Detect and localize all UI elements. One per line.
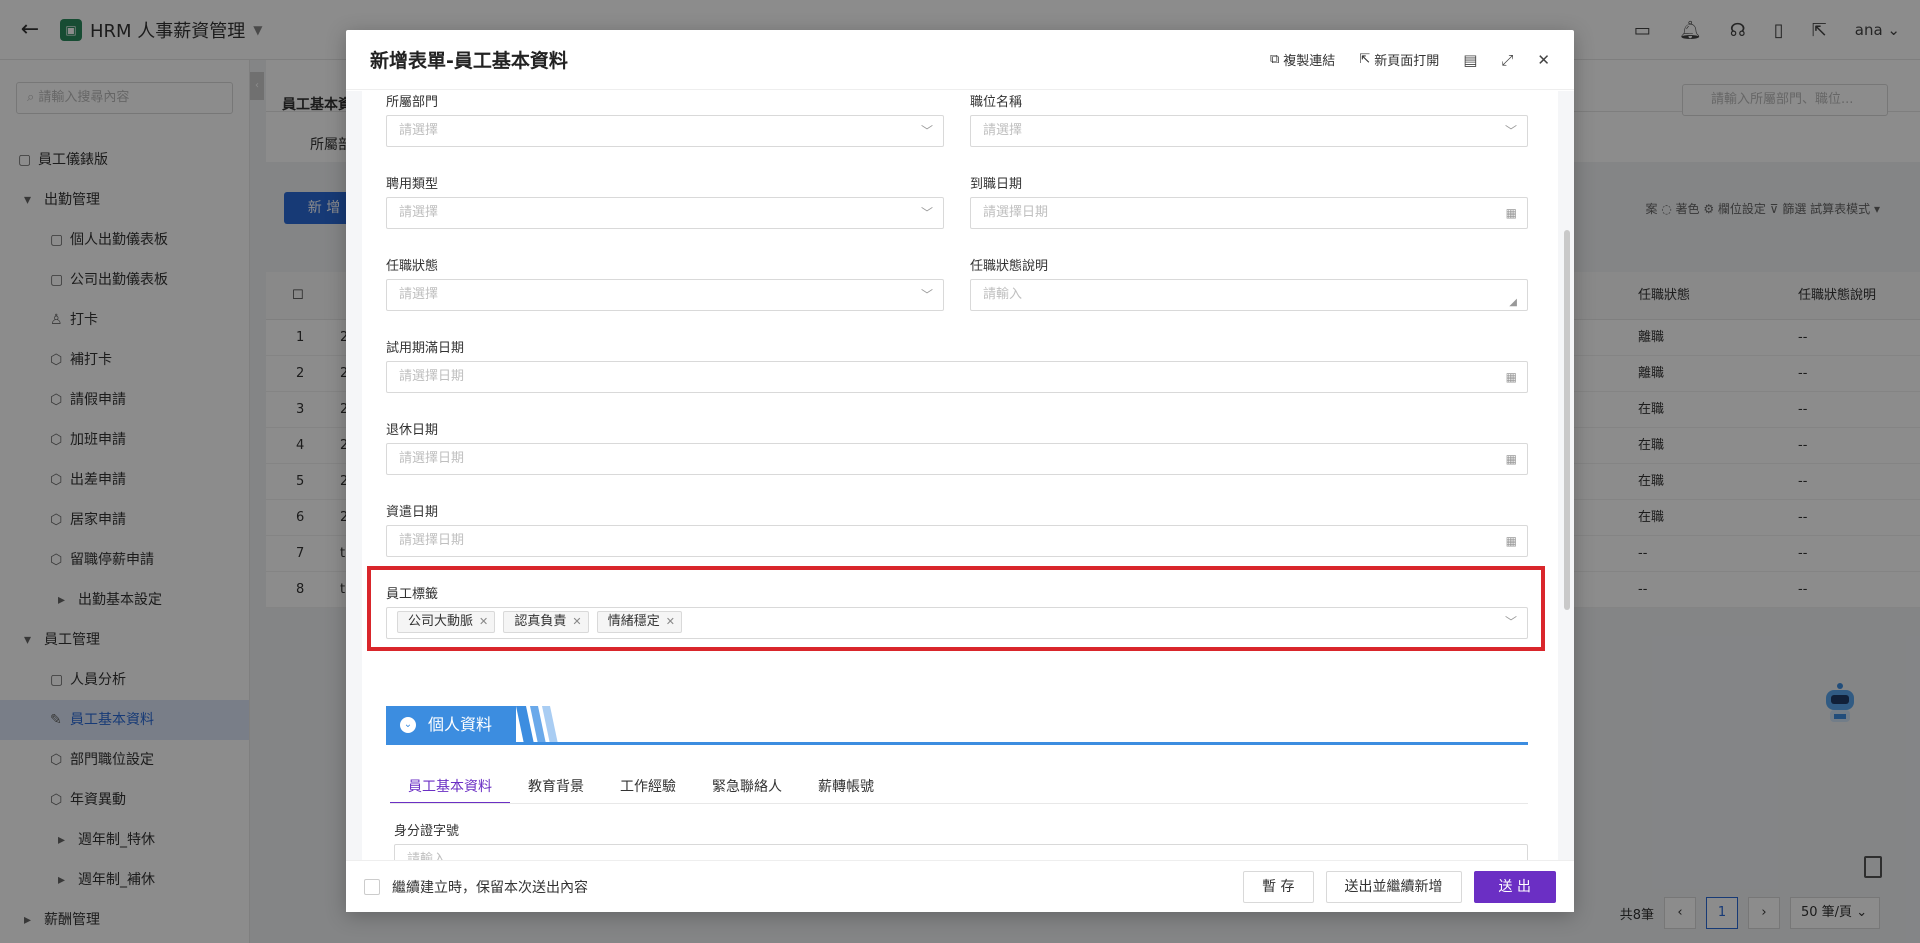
hire-type-field: 聘用類型 請選擇 ﹀ (386, 173, 944, 229)
save-draft-button[interactable]: 暫 存 (1243, 870, 1314, 903)
calendar-icon: ▦ (1505, 534, 1517, 548)
personal-info-tabs: 員工基本資料 教育背景 工作經驗 緊急聯絡人 薪轉帳號 (390, 768, 892, 804)
side-panel-icon[interactable]: ▤ (1463, 51, 1477, 69)
dept-field: 所屬部門 請選擇 ﹀ (386, 91, 944, 147)
retire-date-picker[interactable]: 請選擇日期 ▦ (386, 443, 1528, 475)
close-icon[interactable]: ✕ (1537, 51, 1550, 69)
tab-emergency-contact[interactable]: 緊急聯絡人 (694, 768, 800, 804)
layoff-date-field: 資遣日期 請選擇日期 ▦ (386, 501, 1528, 557)
position-field: 職位名稱 請選擇 ﹀ (970, 91, 1528, 147)
submit-button[interactable]: 送 出 (1473, 870, 1556, 903)
create-form-modal: 新增表單-員工基本資料 ⧉ 複製連結 ⇱ 新頁面打開 ▤ ⤢ ✕ 所屬部門 請選擇 ﹀… (346, 30, 1574, 912)
probation-end-picker[interactable]: 請選擇日期 ▦ (386, 361, 1528, 393)
position-label: 職位名稱 (970, 95, 1023, 110)
position-select[interactable]: 請選擇 ﹀ (970, 115, 1528, 147)
status-desc-textarea[interactable]: 請輸入 ◢ (970, 279, 1528, 311)
start-date-label: 到職日期 (970, 177, 1023, 192)
hire-type-label: 聘用類型 (386, 177, 439, 192)
start-date-picker[interactable]: 請選擇日期 ▦ (970, 197, 1528, 229)
chevron-down-icon: ﹀ (1504, 124, 1517, 138)
calendar-icon: ▦ (1505, 452, 1517, 466)
modal-header: 新增表單-員工基本資料 ⧉ 複製連結 ⇱ 新頁面打開 ▤ ⤢ ✕ (346, 30, 1574, 90)
keep-content-label: 繼續建立時，保留本次送出內容 (392, 879, 588, 896)
probation-end-label: 試用期滿日期 (386, 341, 465, 356)
probation-end-field: 試用期滿日期 請選擇日期 ▦ (386, 337, 1528, 393)
status-label: 任職狀態 (386, 259, 439, 274)
copy-link-button[interactable]: ⧉ 複製連結 (1270, 50, 1335, 69)
status-select[interactable]: 請選擇 ﹀ (386, 279, 944, 311)
copy-icon: ⧉ (1269, 52, 1280, 67)
section-stripes (516, 706, 558, 744)
tab-work-experience[interactable]: 工作經驗 (602, 768, 694, 804)
retire-date-field: 退休日期 請選擇日期 ▦ (386, 419, 1528, 475)
id-number-label: 身分證字號 (394, 824, 460, 839)
external-link-icon: ⇱ (1359, 52, 1371, 67)
calendar-icon: ▦ (1505, 370, 1517, 384)
fullscreen-icon[interactable]: ⤢ (1501, 51, 1513, 69)
layoff-date-label: 資遣日期 (386, 505, 439, 520)
calendar-icon: ▦ (1505, 206, 1517, 220)
status-desc-field: 任職狀態說明 請輸入 ◢ (970, 255, 1528, 311)
modal-footer: 繼續建立時，保留本次送出內容 暫 存 送出並繼續新增 送 出 (346, 860, 1574, 912)
status-field: 任職狀態 請選擇 ﹀ (386, 255, 944, 311)
status-desc-label: 任職狀態說明 (970, 259, 1049, 274)
submit-continue-button[interactable]: 送出並繼續新增 (1325, 870, 1462, 903)
start-date-field: 到職日期 請選擇日期 ▦ (970, 173, 1528, 229)
section-header[interactable]: ⌄ 個人資料 (386, 706, 1528, 745)
retire-date-label: 退休日期 (386, 423, 439, 438)
modal-title: 新增表單-員工基本資料 (370, 50, 568, 72)
modal-scrollbar[interactable] (1564, 230, 1570, 610)
chevron-down-icon: ﹀ (920, 288, 933, 302)
section-title: 個人資料 (428, 715, 493, 734)
tab-employee-basic-info[interactable]: 員工基本資料 (390, 768, 510, 804)
tab-salary-account[interactable]: 薪轉帳號 (800, 768, 892, 804)
keep-content-checkbox[interactable] (364, 878, 380, 895)
resize-handle-icon[interactable]: ◢ (1509, 298, 1517, 308)
chevron-down-icon: ﹀ (920, 206, 933, 220)
chevron-down-circle-icon[interactable]: ⌄ (400, 717, 416, 733)
tab-education[interactable]: 教育背景 (510, 768, 602, 804)
layoff-date-picker[interactable]: 請選擇日期 ▦ (386, 525, 1528, 557)
hire-type-select[interactable]: 請選擇 ﹀ (386, 197, 944, 229)
open-new-page-button[interactable]: ⇱ 新頁面打開 (1359, 50, 1439, 69)
dept-select[interactable]: 請選擇 ﹀ (386, 115, 944, 147)
section-title-bar: ⌄ 個人資料 (386, 706, 516, 744)
chevron-down-icon: ﹀ (920, 124, 933, 138)
tags-highlight-box (367, 566, 1545, 651)
dept-label: 所屬部門 (386, 95, 439, 110)
